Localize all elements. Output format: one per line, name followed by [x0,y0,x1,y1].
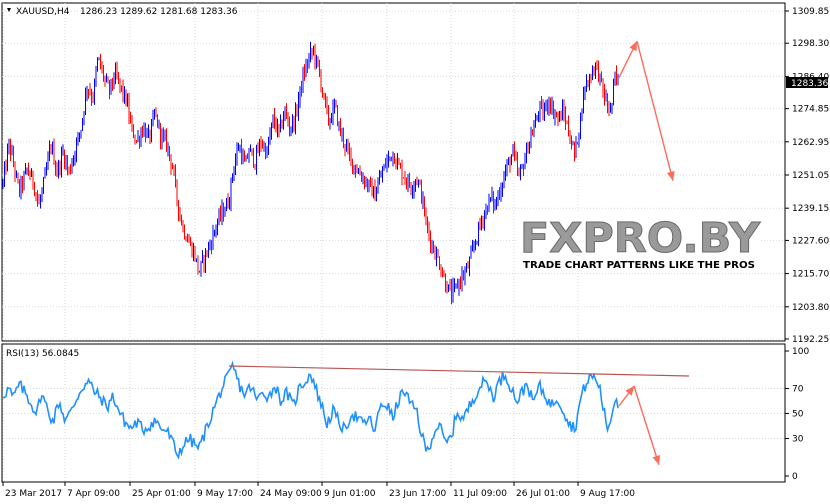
price-tick-label: 1239.15 [792,204,829,214]
rsi-tick-label: 100 [792,347,809,357]
price-tick-label: 1251.05 [792,171,829,181]
price-tick-label: 1262.95 [792,138,829,148]
price-tick-label: 1309.85 [792,7,829,17]
watermark-tagline: TRADE CHART PATTERNS LIKE THE PROS [523,260,755,271]
time-tick-label: 9 Aug 17:00 [580,489,635,499]
price-tick-label: 1227.60 [792,236,829,246]
price-panel-frame [1,2,786,342]
rsi-tick-label: 50 [792,410,804,420]
rsi-label: RSI(13) 56.0845 [6,349,79,359]
rsi-tick-label: 30 [792,435,804,445]
rsi-tick-label: 70 [792,385,804,395]
current-price-marker: 1283.36 [786,77,828,89]
time-tick-label: 23 Jun 17:00 [389,489,446,499]
time-tick-label: 9 Jun 01:00 [324,489,376,499]
price-tick-label: 1203.80 [792,303,829,313]
time-tick-label: 23 Mar 2017 [5,489,62,499]
time-tick-label: 25 Apr 01:00 [132,489,191,499]
time-tick-label: 9 May 17:00 [197,489,253,499]
chart-ohlc-label: 1286.23 1289.62 1281.68 1283.36 [80,7,238,17]
time-tick-label: 11 Jul 09:00 [453,489,507,499]
price-panel: 1309.851298.301286.401274.851262.951251.… [1,2,829,345]
time-tick-label: 24 May 09:00 [260,489,322,499]
rsi-tick-label: 0 [792,472,798,482]
watermark-brand: FXPRO.BY [520,214,761,262]
price-tick-label: 1274.85 [792,105,829,115]
price-tick-label: 1192.25 [792,335,829,345]
current-price-label: 1283.36 [791,79,828,89]
time-tick-label: 26 Jul 01:00 [516,489,570,499]
rsi-panel: 100 70 50 30 0 RSI(13) 56.0845 [1,343,809,483]
time-tick-label: 7 Apr 09:00 [67,489,120,499]
price-tick-label: 1298.30 [792,39,829,49]
price-tick-label: 1215.70 [792,270,829,280]
chart-symbol-label: XAUUSD,H4 [16,7,70,17]
fxpro-watermark: FXPRO.BY TRADE CHART PATTERNS LIKE THE P… [518,213,762,271]
trading-chart: 1309.851298.301286.401274.851262.951251.… [0,0,830,504]
